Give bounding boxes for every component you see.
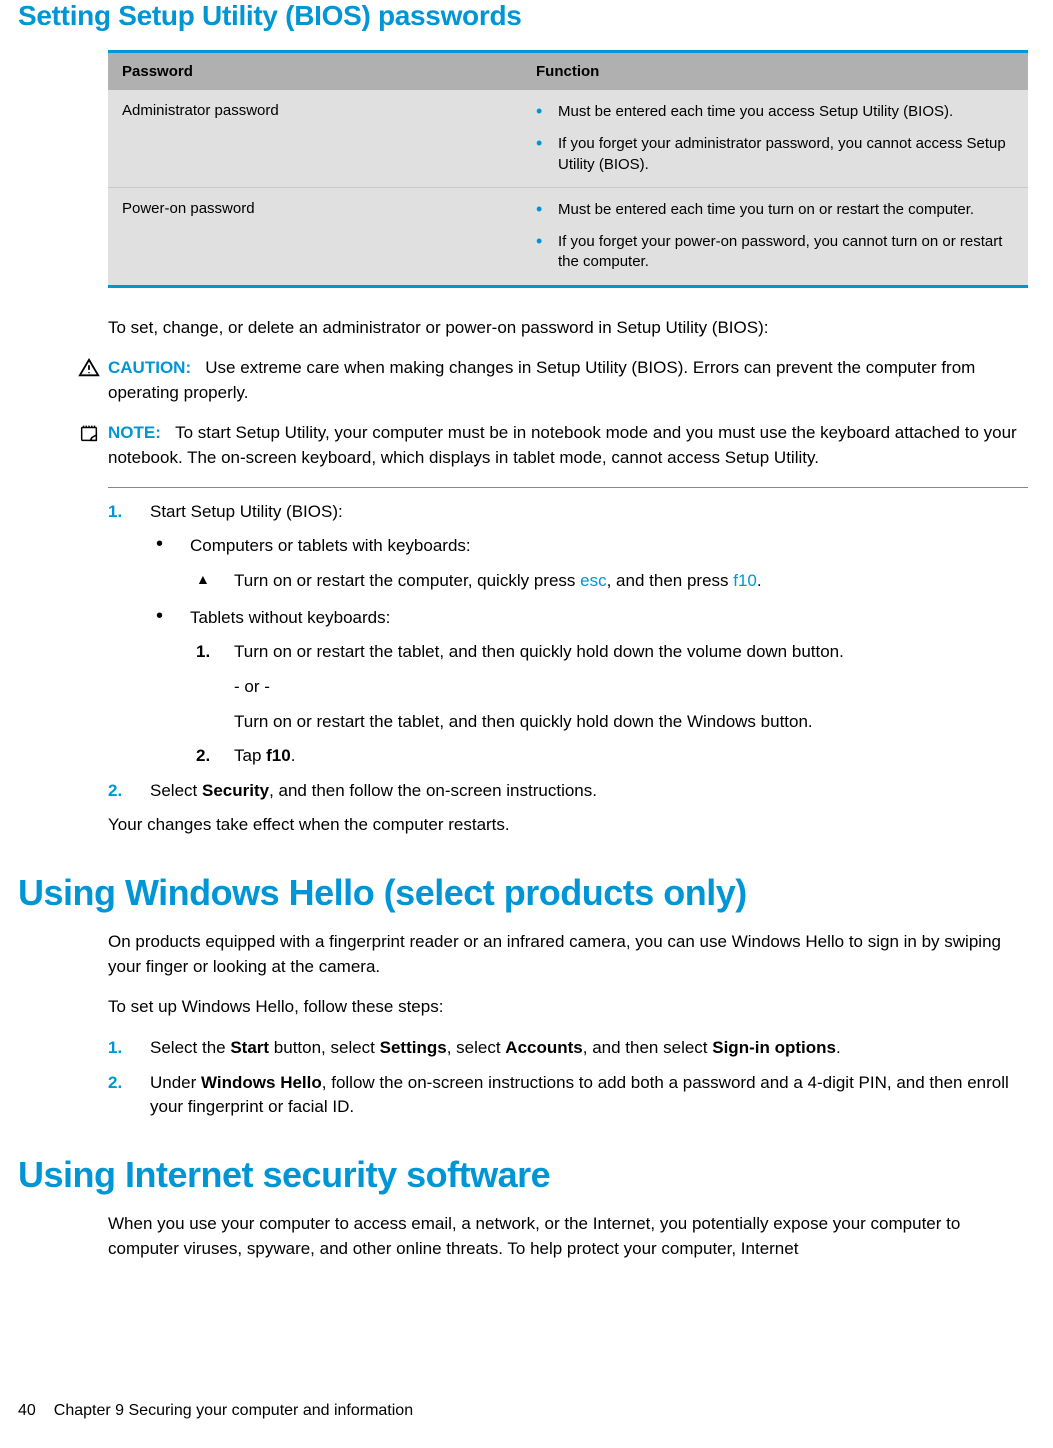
note-text: To start Setup Utility, your computer mu… [108,423,1017,467]
list-item: 2. Under Windows Hello, follow the on-sc… [108,1071,1028,1120]
list-item: Computers or tablets with keyboards: Tur… [150,534,1028,593]
password-name: Power-on password [108,187,522,286]
key-f10-bold: f10 [266,746,291,765]
hello-steps-list: 1. Select the Start button, select Setti… [108,1036,1028,1120]
list-item: 2. Select Security, and then follow the … [108,779,1028,804]
heading-internet-security: Using Internet security software [18,1154,1028,1196]
function-item: If you forget your administrator passwor… [536,134,1014,175]
function-list: Must be entered each time you access Set… [536,102,1014,175]
step-number: 1. [108,1036,122,1061]
or-separator: - or - [234,675,1028,700]
table-header-function: Function [522,52,1028,91]
nested-step-number: 2. [196,744,210,769]
function-item: Must be entered each time you turn on or… [536,200,1014,220]
nested-step-number: 1. [196,640,210,665]
note-label: NOTE: [108,423,161,442]
chapter-label: Chapter 9 Securing your computer and inf… [54,1402,413,1420]
sub-text: Tablets without keyboards: [190,608,390,627]
hello-p2: To set up Windows Hello, follow these st… [108,995,1028,1020]
list-item: 1. Turn on or restart the tablet, and th… [190,640,1028,734]
table-row: Power-on password Must be entered each t… [108,187,1028,286]
caution-icon [78,357,100,379]
caution-text: Use extreme care when making changes in … [108,358,975,402]
security-bold: Security [202,781,269,800]
step-text: Start Setup Utility (BIOS): [150,502,343,521]
caution-label: CAUTION: [108,358,191,377]
key-esc: esc [580,571,606,590]
function-item: If you forget your power-on password, yo… [536,232,1014,273]
divider [108,487,1028,488]
step-number: 1. [108,500,122,525]
sub-text: Computers or tablets with keyboards: [190,536,471,555]
note-callout: NOTE: To start Setup Utility, your compu… [80,421,1028,470]
note-icon [78,422,100,444]
closing-paragraph: Your changes take effect when the comput… [108,813,1028,838]
security-p1: When you use your computer to access ema… [108,1212,1028,1261]
step-number: 2. [108,779,122,804]
key-f10: f10 [733,571,757,590]
heading-bios-passwords: Setting Setup Utility (BIOS) passwords [18,0,1028,32]
function-list: Must be entered each time you turn on or… [536,200,1014,273]
heading-windows-hello: Using Windows Hello (select products onl… [18,872,1028,914]
table-header-password: Password [108,52,522,91]
function-item: Must be entered each time you access Set… [536,102,1014,122]
caution-callout: CAUTION: Use extreme care when making ch… [80,356,1028,405]
page-number: 40 [18,1402,36,1420]
list-item: Tablets without keyboards: 1. Turn on or… [150,606,1028,769]
list-item: Turn on or restart the computer, quickly… [190,569,1028,594]
hello-p1: On products equipped with a fingerprint … [108,930,1028,979]
page-footer: 40 Chapter 9 Securing your computer and … [18,1402,413,1420]
password-name: Administrator password [108,90,522,187]
table-row: Administrator password Must be entered e… [108,90,1028,187]
list-item: 1. Select the Start button, select Setti… [108,1036,1028,1061]
intro-paragraph: To set, change, or delete an administrat… [108,316,1028,341]
step-number: 2. [108,1071,122,1096]
alt-text: Turn on or restart the tablet, and then … [234,710,1028,735]
list-item: 2. Tap f10. [190,744,1028,769]
list-item: 1. Start Setup Utility (BIOS): Computers… [108,500,1028,769]
bios-steps-list: 1. Start Setup Utility (BIOS): Computers… [108,500,1028,804]
bios-password-table: Password Function Administrator password… [108,50,1028,288]
